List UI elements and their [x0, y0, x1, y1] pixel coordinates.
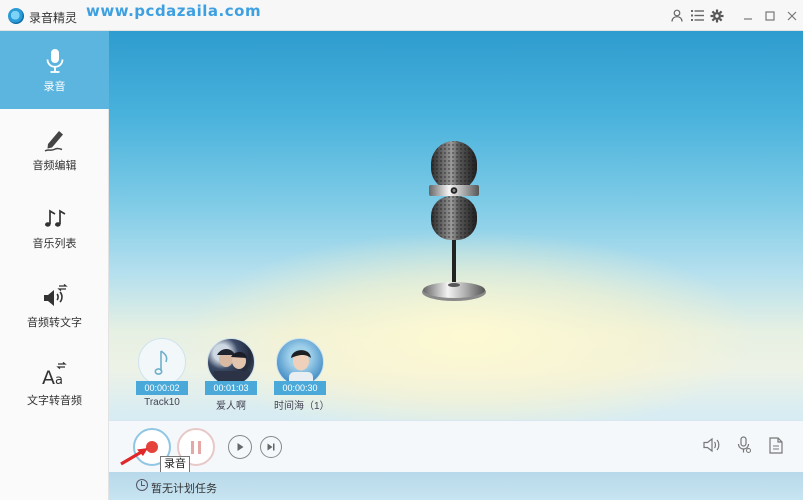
sidebar-item-label: 文字转音频	[27, 394, 82, 407]
status-bar: 暂无计划任务	[109, 472, 803, 500]
gear-icon[interactable]	[707, 0, 727, 31]
recording-stage: 00:00:02 Track10 00:01:03 爱人啊 00:00:30 时…	[109, 31, 803, 500]
track-thumbnail	[276, 338, 324, 386]
microphone-icon	[41, 47, 69, 75]
playback-control-bar	[109, 420, 803, 472]
track-card[interactable]: 00:00:02 Track10	[136, 338, 188, 408]
pen-icon	[41, 126, 69, 154]
record-tooltip: 录音	[160, 456, 190, 473]
sidebar-item-label: 音频转文字	[27, 316, 82, 329]
watermark: www.pcdazaila.com	[86, 2, 262, 20]
title-bar: 录音精灵 www.pcdazaila.com	[0, 0, 803, 31]
speaker-convert-icon	[41, 283, 69, 311]
export-file-button[interactable]	[767, 436, 785, 454]
sidebar-item-audio-to-text[interactable]: 音频转文字	[0, 267, 109, 345]
track-duration: 00:01:03	[205, 381, 257, 395]
next-track-button[interactable]	[260, 436, 282, 458]
track-duration: 00:00:30	[274, 381, 326, 395]
user-icon[interactable]	[667, 0, 687, 31]
clock-icon	[136, 479, 148, 491]
minimize-button[interactable]	[737, 0, 759, 31]
app-logo-icon	[8, 8, 24, 24]
sidebar-item-record[interactable]: 录音	[0, 31, 109, 109]
speaker-icon	[703, 437, 720, 453]
track-name: Track10	[144, 397, 180, 408]
skip-next-icon	[267, 443, 275, 451]
sidebar-item-audio-edit[interactable]: 音频编辑	[0, 110, 109, 188]
mic-settings-button[interactable]	[735, 436, 753, 454]
play-icon	[237, 443, 244, 451]
track-card[interactable]: 00:00:30 时间海（1）	[274, 338, 330, 412]
music-notes-icon	[41, 204, 69, 232]
track-duration: 00:00:02	[136, 381, 188, 395]
sidebar-item-label: 音乐列表	[32, 237, 77, 250]
svg-text:A: A	[42, 367, 55, 388]
sidebar: 录音 音频编辑 音乐列表 音频转文字 Aa 文字转音频	[0, 31, 109, 500]
track-thumbnail	[207, 338, 255, 386]
sidebar-item-label: 音频编辑	[32, 159, 77, 172]
microphone-settings-icon	[737, 436, 751, 453]
svg-text:a: a	[55, 373, 63, 388]
maximize-button[interactable]	[759, 0, 781, 31]
schedule-status: 暂无计划任务	[151, 483, 217, 495]
play-button[interactable]	[228, 435, 252, 459]
track-card[interactable]: 00:01:03 爱人啊	[205, 338, 257, 412]
volume-button[interactable]	[703, 436, 721, 454]
studio-microphone-icon	[422, 141, 486, 301]
list-menu-icon[interactable]	[687, 0, 707, 31]
sidebar-item-music-list[interactable]: 音乐列表	[0, 188, 109, 266]
track-name: 爱人啊	[216, 401, 246, 412]
document-icon	[769, 436, 783, 454]
app-title: 录音精灵	[29, 11, 78, 25]
music-note-icon	[154, 350, 168, 375]
sidebar-item-label: 录音	[43, 80, 66, 93]
pointer-arrow-icon	[120, 448, 148, 466]
text-convert-icon: Aa	[41, 361, 69, 389]
track-thumbnail	[138, 338, 186, 386]
close-button[interactable]	[781, 0, 803, 31]
sidebar-item-text-to-audio[interactable]: Aa 文字转音频	[0, 345, 109, 423]
track-name: 时间海（1）	[274, 401, 330, 412]
